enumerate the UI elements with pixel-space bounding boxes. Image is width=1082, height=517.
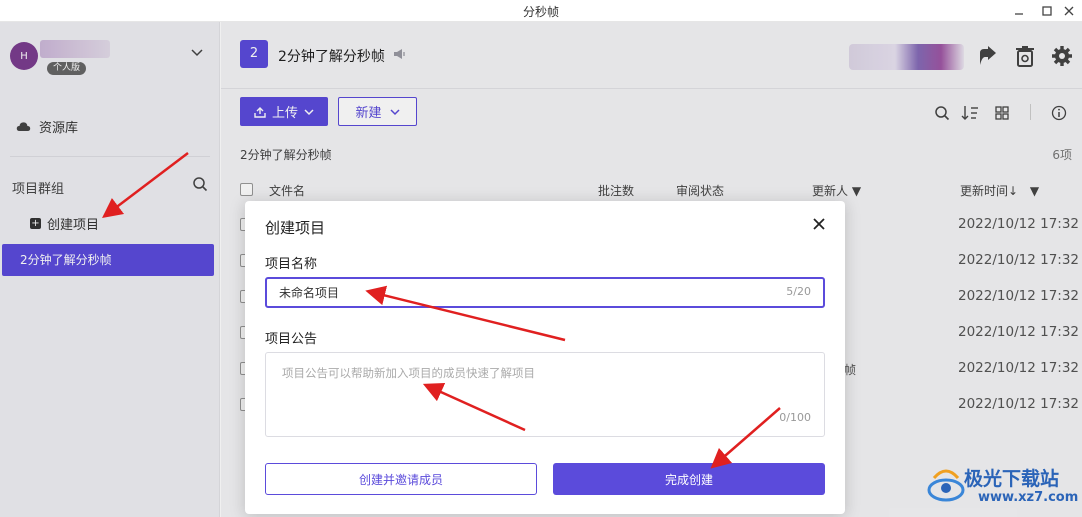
watermark-text: 极光下载站 xyxy=(964,468,1060,490)
minimize-icon xyxy=(1015,13,1023,15)
create-project-dialog: 创建项目 项目名称 5/20 项目公告 0/100 创建并邀请成员 完成创建 xyxy=(245,201,845,514)
project-notice-textarea[interactable] xyxy=(265,352,825,437)
close-icon[interactable] xyxy=(813,215,825,234)
dialog-title: 创建项目 xyxy=(265,219,326,237)
title-bar: 分秒帧 xyxy=(0,0,1082,22)
create-and-invite-button[interactable]: 创建并邀请成员 xyxy=(265,463,537,495)
close-window-button[interactable] xyxy=(1054,0,1082,22)
maximize-icon xyxy=(1042,6,1052,16)
name-label: 项目名称 xyxy=(265,257,318,272)
window-title: 分秒帧 xyxy=(522,5,559,19)
close-icon xyxy=(1064,6,1074,16)
minimize-button[interactable] xyxy=(1004,0,1034,22)
finish-create-button[interactable]: 完成创建 xyxy=(553,463,825,495)
name-char-count: 5/20 xyxy=(786,285,811,298)
notice-label: 项目公告 xyxy=(265,332,318,347)
watermark-logo-icon xyxy=(927,469,965,502)
watermark: 极光下载站 www.xz7.com xyxy=(926,462,1079,512)
notice-char-count: 0/100 xyxy=(779,411,811,424)
watermark-url: www.xz7.com xyxy=(978,490,1079,505)
project-name-input[interactable] xyxy=(265,277,825,308)
